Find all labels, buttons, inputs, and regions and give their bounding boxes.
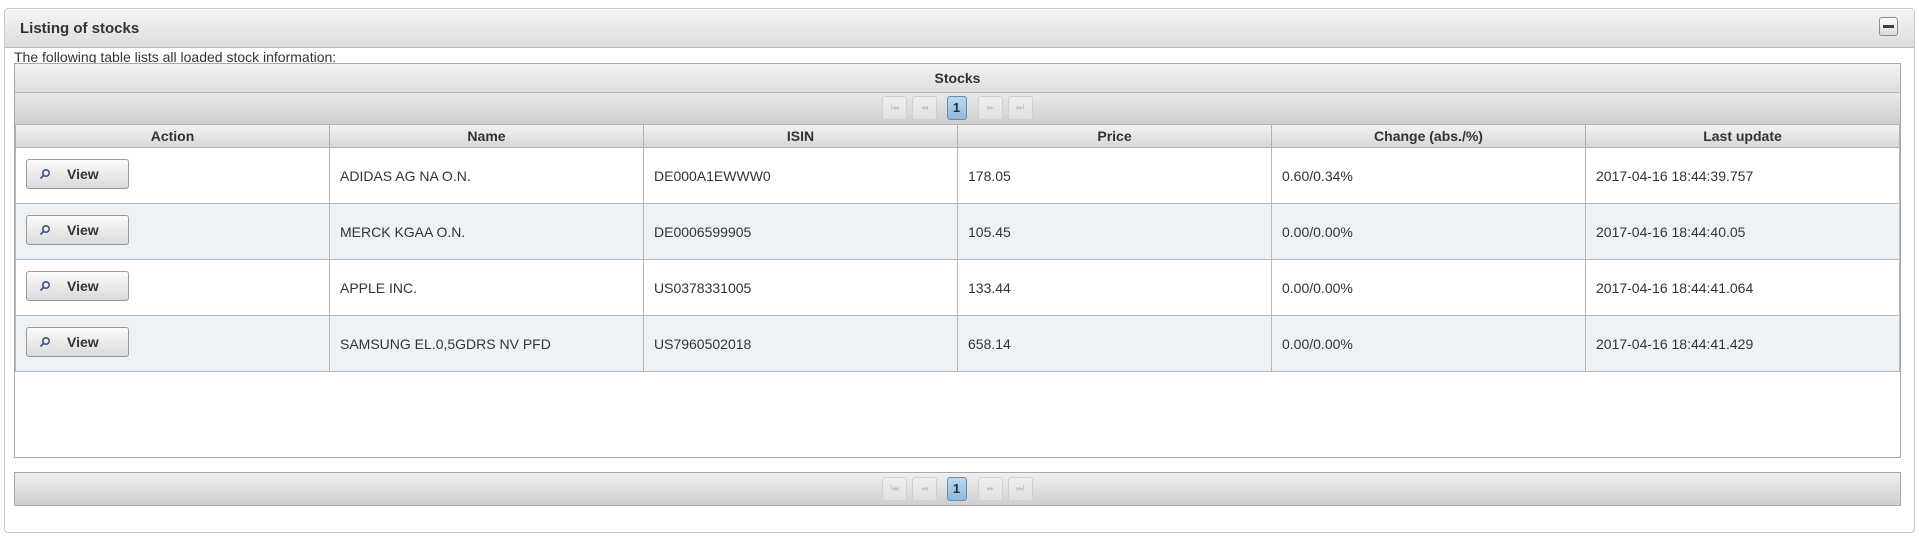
table-row: View APPLE INC. US0378331005 133.44 0.00… bbox=[15, 259, 1900, 316]
table-row: View SAMSUNG EL.0,5GDRS NV PFD US7960502… bbox=[15, 315, 1900, 372]
collapse-button[interactable] bbox=[1879, 17, 1898, 36]
last-update-cell: 2017-04-16 18:44:41.064 bbox=[1585, 259, 1900, 316]
isin-cell: DE0006599905 bbox=[643, 203, 958, 260]
last-page-button[interactable]: ▸▸I bbox=[1007, 96, 1033, 120]
last-update-cell: 2017-04-16 18:44:41.429 bbox=[1585, 315, 1900, 372]
action-cell: View bbox=[15, 203, 330, 260]
table-row: View ADIDAS AG NA O.N. DE000A1EWWW0 178.… bbox=[15, 147, 1900, 204]
column-header-price[interactable]: Price bbox=[957, 125, 1272, 148]
change-cell: 0.60/0.34% bbox=[1271, 147, 1586, 204]
page-1-button[interactable]: 1 bbox=[946, 477, 967, 501]
table-title: Stocks bbox=[15, 64, 1900, 93]
view-button[interactable]: View bbox=[26, 215, 129, 245]
last-update-cell: 2017-04-16 18:44:39.757 bbox=[1585, 147, 1900, 204]
search-icon bbox=[39, 168, 51, 180]
bottom-paginator: I◂◂ ◂◂ 1 ▸▸ ▸▸I bbox=[14, 472, 1901, 506]
change-cell: 0.00/0.00% bbox=[1271, 315, 1586, 372]
search-icon bbox=[39, 336, 51, 348]
change-cell: 0.00/0.00% bbox=[1271, 203, 1586, 260]
panel-header: Listing of stocks bbox=[5, 9, 1914, 48]
search-icon bbox=[39, 280, 51, 292]
column-header-action[interactable]: Action bbox=[15, 125, 330, 148]
panel-title: Listing of stocks bbox=[20, 20, 140, 37]
header-row: Action Name ISIN Price Change (abs./%) L… bbox=[15, 125, 1900, 148]
column-header-change[interactable]: Change (abs./%) bbox=[1271, 125, 1586, 148]
action-cell: View bbox=[15, 147, 330, 204]
name-cell: ADIDAS AG NA O.N. bbox=[329, 147, 644, 204]
column-header-isin[interactable]: ISIN bbox=[643, 125, 958, 148]
name-cell: MERCK KGAA O.N. bbox=[329, 203, 644, 260]
column-header-last-update[interactable]: Last update bbox=[1585, 125, 1900, 148]
top-paginator: I◂◂ ◂◂ 1 ▸▸ ▸▸I bbox=[15, 93, 1900, 125]
stocks-datatable: Stocks I◂◂ ◂◂ 1 ▸▸ ▸▸I Action Name ISIN … bbox=[14, 63, 1901, 458]
next-page-button[interactable]: ▸▸ bbox=[977, 96, 1003, 120]
name-cell: APPLE INC. bbox=[329, 259, 644, 316]
view-button[interactable]: View bbox=[26, 327, 129, 357]
view-button[interactable]: View bbox=[26, 159, 129, 189]
isin-cell: US0378331005 bbox=[643, 259, 958, 316]
last-update-cell: 2017-04-16 18:44:40.05 bbox=[1585, 203, 1900, 260]
view-button-label: View bbox=[67, 334, 99, 350]
last-page-button[interactable]: ▸▸I bbox=[1007, 477, 1033, 501]
first-page-button[interactable]: I◂◂ bbox=[881, 477, 907, 501]
table-row: View MERCK KGAA O.N. DE0006599905 105.45… bbox=[15, 203, 1900, 260]
minus-icon bbox=[1883, 25, 1894, 28]
isin-cell: US7960502018 bbox=[643, 315, 958, 372]
page-1-button[interactable]: 1 bbox=[946, 96, 967, 120]
column-header-name[interactable]: Name bbox=[329, 125, 644, 148]
name-cell: SAMSUNG EL.0,5GDRS NV PFD bbox=[329, 315, 644, 372]
change-cell: 0.00/0.00% bbox=[1271, 259, 1586, 316]
price-cell: 178.05 bbox=[957, 147, 1272, 204]
prev-page-button[interactable]: ◂◂ bbox=[911, 477, 937, 501]
view-button-label: View bbox=[67, 278, 99, 294]
isin-cell: DE000A1EWWW0 bbox=[643, 147, 958, 204]
stocks-table: Action Name ISIN Price Change (abs./%) L… bbox=[15, 125, 1900, 372]
price-cell: 133.44 bbox=[957, 259, 1272, 316]
price-cell: 658.14 bbox=[957, 315, 1272, 372]
next-page-button[interactable]: ▸▸ bbox=[977, 477, 1003, 501]
view-button[interactable]: View bbox=[26, 271, 129, 301]
price-cell: 105.45 bbox=[957, 203, 1272, 260]
view-button-label: View bbox=[67, 166, 99, 182]
action-cell: View bbox=[15, 259, 330, 316]
view-button-label: View bbox=[67, 222, 99, 238]
prev-page-button[interactable]: ◂◂ bbox=[911, 96, 937, 120]
search-icon bbox=[39, 224, 51, 236]
first-page-button[interactable]: I◂◂ bbox=[881, 96, 907, 120]
action-cell: View bbox=[15, 315, 330, 372]
